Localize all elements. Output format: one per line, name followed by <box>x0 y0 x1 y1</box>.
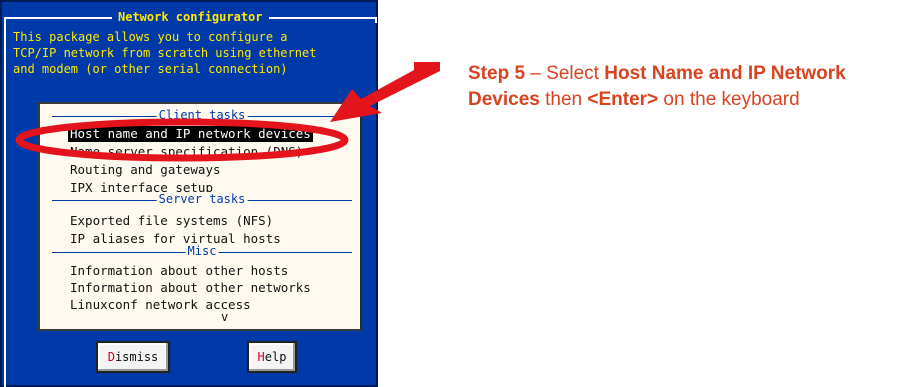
section-label-misc: Misc <box>185 244 219 258</box>
menu-item-routing-gateways[interactable]: Routing and gateways <box>70 162 221 178</box>
menu-item-exported-nfs[interactable]: Exported file systems (NFS) <box>70 213 273 229</box>
description-line: TCP/IP network from scratch using ethern… <box>13 46 317 60</box>
menu-item-host-name-ip-devices[interactable]: Host name and IP network devices <box>68 126 313 142</box>
section-separator: Server tasks <box>52 192 352 206</box>
help-hotkey: H <box>257 350 265 364</box>
section-label-client-tasks: Client tasks <box>156 108 248 122</box>
dismiss-button[interactable]: Dismiss <box>96 341 170 373</box>
menu-item-other-hosts[interactable]: Information about other hosts <box>70 263 288 279</box>
section-label-server-tasks: Server tasks <box>156 192 248 206</box>
description-line: This package allows you to configure a <box>13 30 288 44</box>
menu-item-ip-aliases[interactable]: IP aliases for virtual hosts <box>70 231 281 247</box>
help-label: elp <box>264 350 287 364</box>
dismiss-label: ismiss <box>114 350 159 364</box>
step-number: Step 5 <box>468 63 526 84</box>
section-separator: Client tasks <box>52 108 352 122</box>
step-dash: – Select <box>525 63 605 84</box>
network-configurator-window: Network configurator This package allows… <box>0 0 378 387</box>
window-frame-left <box>4 17 6 387</box>
section-separator: Misc <box>52 244 352 258</box>
step-instruction: Step 5 – Select Host Name and IP Network… <box>468 61 888 113</box>
scroll-more-icon[interactable]: v <box>221 310 228 324</box>
description-line: and modem (or other serial connection) <box>13 62 288 76</box>
window-title: Network configurator <box>112 10 269 24</box>
menu-item-name-server-dns[interactable]: Name server specification (DNS) <box>70 144 303 160</box>
dismiss-hotkey: D <box>107 350 115 364</box>
step-key: <Enter> <box>587 89 659 110</box>
step-then: then <box>539 89 588 110</box>
menu-item-other-networks[interactable]: Information about other networks <box>70 280 311 296</box>
help-button[interactable]: Help <box>247 341 297 373</box>
step-tail: on the keyboard <box>658 89 800 110</box>
window-frame-right <box>375 17 377 23</box>
task-menu: Client tasks Host name and IP network de… <box>38 102 362 331</box>
